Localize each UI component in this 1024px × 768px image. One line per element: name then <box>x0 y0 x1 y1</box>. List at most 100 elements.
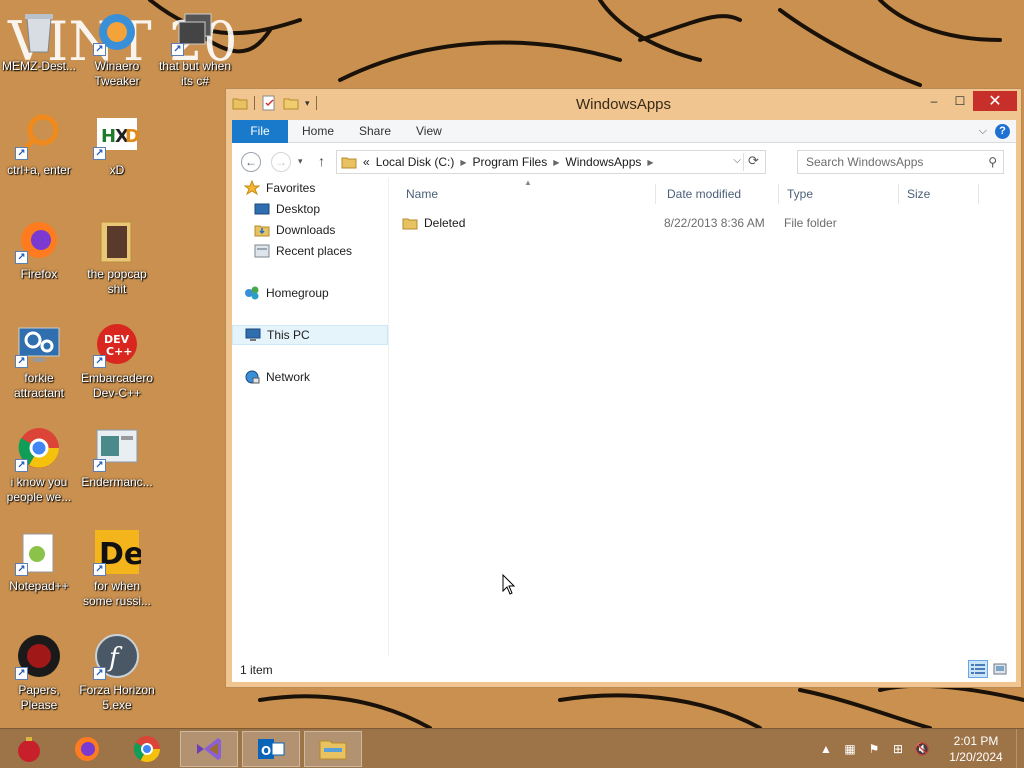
explorer-client: File Home Share View ⌵ ? ← → ▾ ↑ « Local… <box>232 120 1016 682</box>
breadcrumb-overflow[interactable]: « <box>363 155 370 169</box>
lan-tray-icon[interactable]: ⊞ <box>890 741 906 757</box>
search-input[interactable] <box>806 155 976 169</box>
view-buttons <box>968 660 1010 678</box>
taskbar-ornament-button[interactable] <box>0 731 58 767</box>
show-desktop-button[interactable] <box>1016 729 1024 768</box>
shortcut-arrow-icon: ↗ <box>171 43 184 56</box>
desktop-icon-label: Forza Horizon 5.exe <box>79 683 155 712</box>
shortcut-arrow-icon: ↗ <box>93 43 106 56</box>
nav-item-recent-places[interactable]: Recent places <box>254 241 410 261</box>
devcpp-icon: DEV C++ ↗ <box>93 320 141 368</box>
desktop-icon-label: the popcap shit <box>87 267 147 296</box>
column-header-size[interactable]: Size <box>899 184 979 204</box>
desktop-icon-popcap[interactable]: the popcap shit <box>78 212 156 308</box>
maximize-button[interactable]: ☐ <box>947 91 973 111</box>
item-count: 1 item <box>240 663 273 677</box>
address-bar[interactable]: « Local Disk (C:) ▶ Program Files ▶ Wind… <box>336 150 766 174</box>
folder-icon <box>402 218 418 230</box>
nav-item-label: Recent places <box>276 244 353 258</box>
column-header-name[interactable]: Name <box>398 184 656 204</box>
forward-button[interactable]: → <box>271 152 291 172</box>
close-button[interactable]: ✕ <box>973 91 1017 111</box>
network-tray-icon[interactable]: ▦ <box>842 741 858 757</box>
search-icon[interactable]: ⚲ <box>988 155 997 169</box>
desktop-icon-papers-please[interactable]: ↗ Papers, Please <box>0 628 78 724</box>
breadcrumb-program-files[interactable]: Program Files <box>473 155 548 169</box>
taskbar-visual-studio-button[interactable] <box>180 731 238 767</box>
desktop-icon-de[interactable]: De ↗ for when some russi... <box>78 524 156 620</box>
firefox-icon: ↗ <box>15 216 63 264</box>
desktop-icon-forza[interactable]: f ↗ Forza Horizon 5.exe <box>78 628 156 724</box>
volume-muted-icon[interactable]: 🔇 <box>914 741 930 757</box>
breadcrumb-chevron-icon[interactable]: ▶ <box>553 158 559 167</box>
nav-item-homegroup[interactable]: Homegroup <box>244 283 400 303</box>
nav-item-desktop[interactable]: Desktop <box>254 199 410 219</box>
network-icon <box>245 370 260 384</box>
desktop-icon-csharp[interactable]: ↗ that but when its c# <box>156 4 234 100</box>
tab-view[interactable]: View <box>404 120 454 143</box>
details-view-button[interactable] <box>968 660 988 678</box>
breadcrumb-chevron-icon[interactable]: ▶ <box>460 158 466 167</box>
desktop-icon-endermanch[interactable]: ↗ Endermanc... <box>78 420 156 516</box>
recent-locations-button[interactable]: ▾ <box>298 156 303 167</box>
desktop-icon-ctrl-a[interactable]: ↗ ctrl+a, enter <box>0 108 78 204</box>
taskbar-firefox-button[interactable] <box>58 731 116 767</box>
breadcrumb-windowsapps[interactable]: WindowsApps <box>565 155 641 169</box>
window-controls: – ☐ ✕ <box>921 91 1017 111</box>
address-dropdown-icon[interactable]: ⌵ <box>733 155 741 166</box>
taskbar-file-explorer-button[interactable] <box>304 731 362 767</box>
expand-ribbon-icon[interactable]: ⌵ <box>979 125 987 138</box>
outlook-icon: O <box>258 739 285 759</box>
desktop-icon-chrome[interactable]: ↗ i know you people we... <box>0 420 78 516</box>
refresh-button[interactable]: ⟳ <box>743 153 763 171</box>
up-button[interactable]: ↑ <box>318 153 325 169</box>
nav-item-downloads[interactable]: Downloads <box>254 220 410 240</box>
desktop-icon-label: MEMZ-Dest... <box>2 59 76 73</box>
notepadpp-icon: ↗ <box>15 528 63 576</box>
nav-item-network[interactable]: Network <box>244 367 400 387</box>
breadcrumb-local-disk[interactable]: Local Disk (C:) <box>376 155 455 169</box>
nav-item-favorites[interactable]: Favorites <box>244 178 400 198</box>
arrow-right-icon: → <box>275 155 287 169</box>
desktop-icon-xd[interactable]: HXD ↗ xD <box>78 108 156 204</box>
clock-date: 1/20/2024 <box>949 750 1003 764</box>
desktop-icon-notepadpp[interactable]: ↗ Notepad++ <box>0 524 78 620</box>
breadcrumb-chevron-icon[interactable]: ▶ <box>647 158 653 167</box>
help-icon[interactable]: ? <box>995 124 1010 139</box>
taskbar: O ▲ ▦ ⚑ ⊞ 🔇 2:01 PM 1/20/2024 <box>0 728 1024 768</box>
title-bar[interactable]: ▾ WindowsApps – ☐ ✕ <box>226 89 1021 119</box>
desktop-icon-forkie[interactable]: ↗ forkie attractant <box>0 316 78 412</box>
shortcut-arrow-icon: ↗ <box>93 459 106 472</box>
tab-file[interactable]: File <box>232 120 288 143</box>
action-center-flag-icon[interactable]: ⚑ <box>866 741 882 757</box>
desktop-icon-label: Winaero Tweaker <box>94 59 140 88</box>
taskbar-outlook-button[interactable]: O <box>242 731 300 767</box>
de-icon: De ↗ <box>93 528 141 576</box>
hxd-icon: HXD ↗ <box>93 112 141 160</box>
taskbar-chrome-button[interactable] <box>118 731 176 767</box>
column-header-type[interactable]: Type <box>779 184 899 204</box>
tab-home[interactable]: Home <box>290 120 346 143</box>
recent-places-icon <box>254 244 270 258</box>
desktop-icon-firefox[interactable]: ↗ Firefox <box>0 212 78 308</box>
search-box[interactable]: ⚲ <box>797 150 1004 174</box>
tab-share[interactable]: Share <box>347 120 403 143</box>
nav-item-this-pc[interactable]: This PC <box>232 325 388 345</box>
desktop-icon-devcpp[interactable]: DEV C++ ↗ Embarcadero Dev-C++ <box>78 316 156 412</box>
desktop-icon-memz[interactable]: MEMZ-Dest... <box>0 4 78 100</box>
ornament-icon <box>18 737 40 762</box>
show-hidden-icons-button[interactable]: ▲ <box>818 741 834 757</box>
file-row[interactable]: Deleted 8/22/2013 8:36 AM File folder <box>398 212 998 234</box>
navigation-pane: Favorites Desktop Downloads Recent place… <box>232 178 389 656</box>
explorer-window[interactable]: ▾ WindowsApps – ☐ ✕ File Home Share View… <box>225 88 1022 688</box>
desktop-icon-label: that but when its c# <box>158 59 232 88</box>
shortcut-arrow-icon: ↗ <box>93 667 106 680</box>
recycle-bin-icon <box>15 8 63 56</box>
desktop-icon-winaero[interactable]: ↗ Winaero Tweaker <box>78 4 156 100</box>
large-icons-view-button[interactable] <box>990 660 1010 678</box>
column-header-date-modified[interactable]: Date modified <box>659 184 779 204</box>
file-explorer-icon <box>319 740 347 760</box>
clock[interactable]: 2:01 PM 1/20/2024 <box>940 733 1012 765</box>
minimize-button[interactable]: – <box>921 91 947 111</box>
back-button[interactable]: ← <box>241 152 261 172</box>
